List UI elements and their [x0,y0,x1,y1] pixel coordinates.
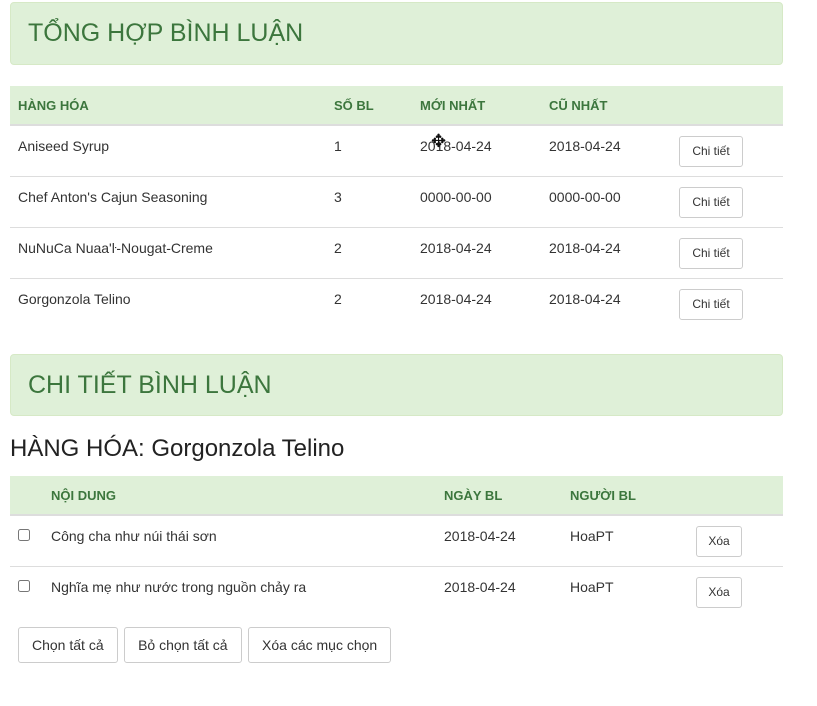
comment-content: Nghĩa mẹ như nước trong nguồn chảy ra [51,579,307,595]
delete-button[interactable]: Xóa [696,576,742,608]
col-content: NỘI DUNG [51,476,444,516]
col-newest: MỚI NHẤT [420,86,549,126]
table-row: Aniseed Syrup 1 2018-04-24 2018-04-24 Ch… [10,124,783,177]
table-row: NuNuCa Nuaa'ŀ-Nougat-Creme 2 2018-04-24 … [10,227,783,279]
oldest-date: 2018-04-24 [549,138,621,154]
move-cursor-icon: ✥ [431,131,447,151]
table-row: Nghĩa mẹ như nước trong nguồn chảy ra 20… [10,566,783,617]
col-date: NGÀY BL [444,476,570,516]
detail-title: CHI TIẾT BÌNH LUẬN [28,371,272,399]
detail-button[interactable]: Chi tiết [679,288,743,320]
product-heading: HÀNG HÓA: Gorgonzola Telino [10,435,345,462]
newest-date: 0000-00-00 [420,189,492,205]
product-name: NuNuCa Nuaa'ŀ-Nougat-Creme [18,240,213,256]
product-name: Aniseed Syrup [18,138,110,154]
bulk-actions: Chọn tất cả Bỏ chọn tất cả Xóa các mục c… [18,627,393,663]
comment-count: 2 [334,240,342,256]
comment-count: 2 [334,291,342,307]
row-checkbox[interactable] [18,580,30,592]
row-checkbox[interactable] [18,529,30,541]
select-all-button[interactable]: Chọn tất cả [18,627,118,663]
comment-content: Công cha như núi thái sơn [51,528,217,544]
col-select [10,476,51,516]
detail-button[interactable]: Chi tiết [679,135,743,167]
comments-header-row: NỘI DUNG NGÀY BL NGƯỜI BL [10,476,783,516]
comment-user: HoaPT [570,579,614,595]
col-oldest: CŨ NHẤT [549,86,679,126]
detail-button[interactable]: Chi tiết [679,237,743,269]
summary-panel-heading: TỔNG HỢP BÌNH LUẬN [10,2,783,65]
product-name: Gorgonzola Telino [18,291,131,307]
col-user: NGƯỜI BL [570,476,696,516]
comment-user: HoaPT [570,528,614,544]
col-action [679,86,783,126]
comment-date: 2018-04-24 [444,579,516,595]
col-delete [696,476,783,516]
oldest-date: 2018-04-24 [549,240,621,256]
col-product: HÀNG HÓA [10,86,334,126]
oldest-date: 0000-00-00 [549,189,621,205]
detail-panel-heading: CHI TIẾT BÌNH LUẬN [10,354,783,416]
newest-date: 2018-04-24 [420,291,492,307]
deselect-all-button[interactable]: Bỏ chọn tất cả [124,627,242,663]
comment-count: 3 [334,189,342,205]
comment-date: 2018-04-24 [444,528,516,544]
delete-selected-button[interactable]: Xóa các mục chọn [248,627,392,663]
comments-table: NỘI DUNG NGÀY BL NGƯỜI BL Công cha như n… [10,476,783,617]
summary-title: TỔNG HỢP BÌNH LUẬN [28,19,304,47]
summary-table: HÀNG HÓA SỐ BL MỚI NHẤT CŨ NHẤT Aniseed … [10,86,783,329]
product-name: Chef Anton's Cajun Seasoning [18,189,208,205]
detail-button[interactable]: Chi tiết [679,186,743,218]
oldest-date: 2018-04-24 [549,291,621,307]
table-row: Công cha như núi thái sơn 2018-04-24 Hoa… [10,514,783,567]
newest-date: 2018-04-24 [420,240,492,256]
comment-count: 1 [334,138,342,154]
col-count: SỐ BL [334,86,420,126]
delete-button[interactable]: Xóa [696,525,742,557]
summary-header-row: HÀNG HÓA SỐ BL MỚI NHẤT CŨ NHẤT [10,86,783,126]
table-row: Chef Anton's Cajun Seasoning 3 0000-00-0… [10,176,783,228]
table-row: Gorgonzola Telino 2 2018-04-24 2018-04-2… [10,278,783,329]
